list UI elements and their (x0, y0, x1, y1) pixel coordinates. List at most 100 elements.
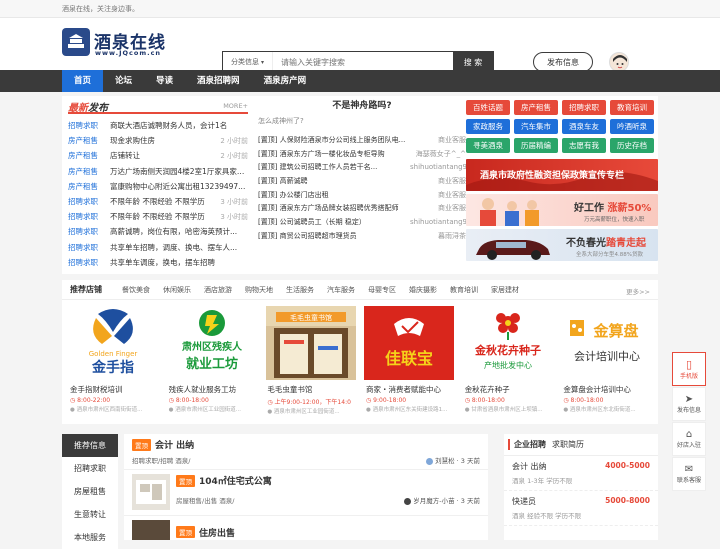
shop-category-tab[interactable]: 酒店旅游 (204, 285, 232, 295)
nav-realestate[interactable]: 酒泉房产网 (252, 70, 319, 92)
post-title[interactable]: 店铺转让 (110, 150, 218, 161)
pinned-post-title[interactable]: [置顶] 酒泉东方广场品牌女装招聘优秀搭配师 (258, 203, 410, 213)
nav-forum[interactable]: 论坛 (103, 70, 144, 92)
pinned-post-title[interactable]: [置顶] 酒泉东方广场一楼化妆品专柜导购 (258, 149, 410, 159)
category-tag[interactable]: 志愿有我 (562, 138, 606, 153)
pinned-post-row[interactable]: [置顶] 办公楼门店出租 商业客服 (258, 188, 466, 202)
shop-category-tab[interactable]: 休闲娱乐 (163, 285, 191, 295)
pinned-post-row[interactable]: [置顶] 人保财险酒泉市分公司线上服务团队电... 商业客服 (258, 133, 466, 147)
tab-company-jobs[interactable]: 企业招聘 (508, 439, 546, 450)
shop-category-tab[interactable]: 母婴专区 (368, 285, 396, 295)
nav-guide[interactable]: 导读 (144, 70, 185, 92)
category-tag[interactable]: 寻美酒泉 (466, 138, 510, 153)
feed-item[interactable]: 置顶 住房出售 (124, 516, 488, 540)
post-category[interactable]: 招聘求职 (68, 242, 110, 253)
post-category[interactable]: 房产租售 (68, 135, 110, 146)
latest-post-row[interactable]: 招聘求职 不限年龄 不限经验 不限学历 3 小时前 (68, 194, 248, 209)
search-input[interactable] (273, 52, 453, 72)
feed-item[interactable]: 置顶 104㎡住宅式公寓 房屋租售/出售 酒泉/ 岁月魔方-小苗 · 3 天前 (124, 470, 488, 516)
category-tag[interactable]: 房产租售 (514, 100, 558, 115)
post-title[interactable]: 现金求购住房 (110, 135, 218, 146)
post-info-button[interactable]: 发布信息 (533, 52, 593, 72)
shop-category-tab[interactable]: 餐饮美食 (122, 285, 150, 295)
side-item-recommended[interactable]: 推荐信息 (62, 434, 118, 457)
latest-post-row[interactable]: 房产租售万达广场南侧天润园4楼2室1厅家具家电齐全... (68, 164, 248, 179)
banner-good-job[interactable]: 好工作 涨薪50% 万元高薪职位，快速入职 (466, 194, 658, 226)
post-category[interactable]: 招聘求职 (68, 211, 110, 222)
pinned-post-title[interactable]: [置顶] 人保财险酒泉市分公司线上服务团队电... (258, 135, 410, 145)
category-tag[interactable]: 招聘求职 (562, 100, 606, 115)
post-title[interactable]: 商联大酒店诚聘财务人员，会计1名 (110, 120, 246, 131)
post-category[interactable]: 房产租售 (68, 150, 110, 161)
category-tag[interactable]: 吟酒听泉 (610, 119, 654, 134)
category-tag[interactable]: 教育培训 (610, 100, 654, 115)
latest-post-row[interactable]: 招聘求职 不限年龄 不限经验 不限学历 3 小时前 (68, 209, 248, 224)
float-contact-button[interactable]: ✉ 联系客服 (672, 457, 706, 491)
float-shop-join-button[interactable]: ⌂ 好店入驻 (672, 422, 706, 456)
shop-card[interactable]: Golden Finger 金手指 金手指财税培训 ◷ 8:00-22:00 ● … (66, 306, 161, 418)
shop-category-tab[interactable]: 汽车服务 (327, 285, 355, 295)
nav-home[interactable]: 首页 (62, 70, 104, 92)
float-mobile-button[interactable]: ▯ 手机版 (672, 352, 706, 386)
post-title[interactable]: 富康购物中心附近公寓出租13239497... (110, 181, 246, 192)
side-item-housing[interactable]: 房屋租售 (62, 480, 118, 503)
pinned-post-row[interactable]: [置顶] 酒泉东方广场品牌女装招聘优秀搭配师 商业客服 (258, 201, 466, 215)
float-post-button[interactable]: ➤ 发布信息 (672, 387, 706, 421)
category-tag[interactable]: 汽车集市 (514, 119, 558, 134)
search-category-select[interactable]: 分类信息 ▾ (223, 52, 273, 72)
post-title[interactable]: 高薪诚聘，岗位有限，哈密海英预计... (110, 226, 246, 237)
shop-category-tab[interactable]: 购物天地 (245, 285, 273, 295)
post-title[interactable]: 万达广场南侧天润园4楼2室1厅家具家电齐全... (110, 166, 246, 177)
latest-post-row[interactable]: 房产租售 富康购物中心附近公寓出租13239497... (68, 179, 248, 194)
latest-post-row[interactable]: 招聘求职 共享单车调度，换电，摆车招聘 (68, 255, 248, 270)
search-button[interactable]: 搜 索 (453, 52, 493, 72)
post-category[interactable]: 招聘求职 (68, 257, 110, 268)
category-tag[interactable]: 家政服务 (466, 119, 510, 134)
latest-more-link[interactable]: MORE+ (223, 102, 248, 110)
shop-card[interactable]: 金秋花卉种子 产地批发中心 金秋花卉种子 ◷ 8:00-18:00 ● 甘肃省酒泉… (461, 306, 556, 418)
feed-item[interactable]: 置顶 会计 出纳 招聘求职/招聘 酒泉/ 刘慧松 · 3 天前 (124, 434, 488, 470)
post-category[interactable]: 招聘求职 (68, 120, 110, 131)
job-item[interactable]: 快递员 5000-8000 酒泉 经验不限 学历不限 (504, 491, 658, 526)
shop-category-tab[interactable]: 生活服务 (286, 285, 314, 295)
latest-post-row[interactable]: 招聘求职 共享单车招聘，调度、换电、摆车人... (68, 240, 248, 255)
side-item-jobs[interactable]: 招聘求职 (62, 457, 118, 480)
latest-post-row[interactable]: 招聘求职 商联大酒店诚聘财务人员，会计1名 (68, 118, 248, 133)
banner-spring-car[interactable]: 不负春光踏青走起 全系大部分车型4.88%贷款 (466, 229, 658, 261)
category-tag[interactable]: 历史存档 (610, 138, 654, 153)
post-title[interactable]: 共享单车调度，换电，摆车招聘 (110, 257, 246, 268)
pinned-post-title[interactable]: [置顶] 公司诚聘员工（长期 稳定） (258, 217, 410, 227)
pinned-post-row[interactable]: [置顶] 酒泉东方广场一楼化妆品专柜导购 海瑟薇女子^_^ (258, 147, 466, 161)
latest-post-row[interactable]: 房产租售 现金求购住房 2 小时前 (68, 133, 248, 148)
shop-card[interactable]: 毛毛虫童书馆 毛毛虫童书馆 ◷ 上午9:00-12:00，下午14:0 ● 酒泉… (263, 306, 358, 418)
nav-jobs[interactable]: 酒泉招聘网 (185, 70, 252, 92)
post-title[interactable]: 不限年龄 不限经验 不限学历 (110, 211, 218, 222)
user-avatar[interactable] (609, 52, 629, 72)
pinned-post-title[interactable]: [置顶] 高薪诚聘 (258, 176, 410, 186)
tab-resumes[interactable]: 求职简历 (552, 439, 584, 450)
side-item-local-services[interactable]: 本地服务 (62, 526, 118, 549)
post-category[interactable]: 房产租售 (68, 166, 110, 177)
post-title[interactable]: 不限年龄 不限经验 不限学历 (110, 196, 218, 207)
banner-guarantee-policy[interactable]: 酒泉市政府性融资担保政策宣传专栏 (466, 159, 658, 191)
shops-more-link[interactable]: 更多>> (626, 286, 650, 296)
post-category[interactable]: 招聘求职 (68, 196, 110, 207)
pinned-post-title[interactable]: [置顶] 办公楼门店出租 (258, 190, 410, 200)
category-tag[interactable]: 历届精编 (514, 138, 558, 153)
pinned-post-row[interactable]: [置顶] 高薪诚聘 商业客服 (258, 174, 466, 188)
pinned-post-row[interactable]: [置顶] 公司诚聘员工（长期 稳定） shihuotiantang9 (258, 215, 466, 229)
category-tag[interactable]: 酒泉车友 (562, 119, 606, 134)
shop-card[interactable]: 肃州区残疾人 就业工坊 残疾人就业服务工坊 ◷ 8:00-18:00 ● 酒泉市肃… (165, 306, 260, 418)
pinned-post-row[interactable]: [置顶] 商贸公司招聘超市理货员 暮雨浔茶 (258, 229, 466, 243)
shop-category-tab[interactable]: 教育培训 (450, 285, 478, 295)
pinned-post-row[interactable]: [置顶] 建筑公司招聘工作人员若干名... shihuotiantang9 (258, 160, 466, 174)
shop-category-tab[interactable]: 家居建材 (491, 285, 519, 295)
category-tag[interactable]: 百姓话题 (466, 100, 510, 115)
featured-topic-title[interactable]: 不是神舟路吗? (258, 98, 466, 114)
shop-card[interactable]: 佳联宝 商家・消费者赋能中心 ◷ 9:00-18:00 ● 酒泉市肃州区东关街建… (362, 306, 457, 418)
site-logo[interactable]: 酒泉在线 www.JQcom.cn (62, 28, 172, 60)
post-title[interactable]: 共享单车招聘，调度、换电、摆车人... (110, 242, 246, 253)
pinned-post-title[interactable]: [置顶] 商贸公司招聘超市理货员 (258, 231, 410, 241)
latest-post-row[interactable]: 房产租售 店铺转让 2 小时前 (68, 148, 248, 163)
shop-card[interactable]: 金算盘 会计培训中心 金算盘会计培训中心 ◷ 8:00-18:00 ● 酒泉市肃州… (559, 306, 654, 418)
